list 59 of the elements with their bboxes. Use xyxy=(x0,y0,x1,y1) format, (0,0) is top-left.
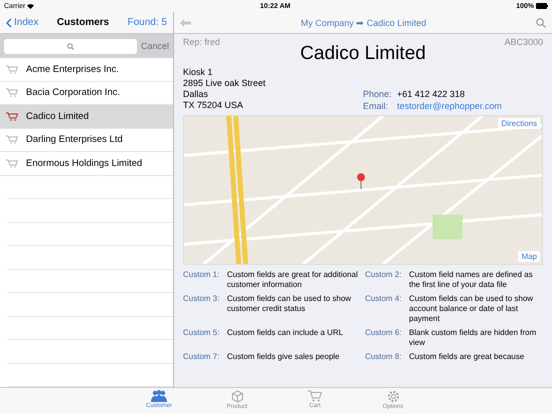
custom-field-label: Custom 1: xyxy=(183,270,220,281)
custom-field-label: Custom 7: xyxy=(183,352,220,362)
cart-icon xyxy=(308,390,322,402)
custom-field-label: Custom 5: xyxy=(183,328,220,339)
customer-row[interactable]: Bacia Corporation Inc. xyxy=(0,82,173,105)
address-line: Dallas xyxy=(183,89,210,100)
custom-field-value: Custom fields can be used to show account balance or date of last payment xyxy=(409,294,534,324)
search-icon xyxy=(66,42,74,50)
customer-name: Cadico Limited xyxy=(26,110,89,122)
cart-icon xyxy=(6,135,18,144)
phone-value: +61 412 422 318 xyxy=(397,89,465,99)
custom-field-value: Blank custom fields are hidden from view xyxy=(409,328,538,348)
cart-icon xyxy=(6,64,18,74)
address-line: 2895 Live oak Street xyxy=(183,78,266,89)
custom-field-label: Custom 6: xyxy=(365,328,402,339)
customer-name: Bacia Corporation Inc. xyxy=(26,87,120,98)
back-button[interactable]: Index xyxy=(6,17,38,28)
customer-name: Enormous Holdings Limited xyxy=(26,158,142,169)
chevron-left-icon xyxy=(6,18,12,28)
cart-icon xyxy=(6,158,18,168)
custom-field-value: Custom fields are great because xyxy=(409,352,524,362)
customer-name: Acme Enterprises Inc. xyxy=(26,64,119,75)
gear-icon xyxy=(386,390,400,403)
custom-field-value: Custom fields give sales people xyxy=(227,352,340,362)
address-line: TX 75204 USA xyxy=(183,100,244,111)
customer-name: Darling Enterprises Ltd xyxy=(26,134,123,146)
cart-icon xyxy=(6,88,18,98)
people-icon xyxy=(150,390,168,402)
rep-label: Rep: fred xyxy=(183,37,220,47)
custom-field-value: Custom fields can be used to show customer credit status xyxy=(227,294,352,315)
map-view[interactable]: Directions Map xyxy=(183,115,543,265)
map-pin-icon xyxy=(357,173,365,190)
contact-label: Email: xyxy=(363,101,390,111)
address-line: Kiosk 1 xyxy=(183,67,214,78)
search-field[interactable] xyxy=(4,38,137,54)
nav-title: Customers xyxy=(56,17,110,28)
custom-field-label: Custom 3: xyxy=(183,294,220,305)
custom-field-value: Custom fields are great for additional customer information xyxy=(227,270,359,290)
battery-icon xyxy=(536,3,548,9)
customer-row[interactable]: Darling Enterprises Ltd xyxy=(0,128,173,152)
customer-code: ABC3000 xyxy=(504,37,543,47)
contact-label: Phone: xyxy=(363,89,391,99)
back-arrow-icon[interactable] xyxy=(180,18,191,26)
email-link[interactable]: testorder@rephopper.com xyxy=(397,101,502,111)
breadcrumb: My Company ➡ Cadico Limited xyxy=(300,18,426,28)
wifi-icon xyxy=(27,4,34,8)
directions-link[interactable]: Directions xyxy=(498,118,540,129)
custom-field-value: Custom fields can include a URL xyxy=(227,328,344,339)
box-icon xyxy=(230,390,244,403)
cart-icon xyxy=(6,112,18,121)
custom-field-label: Custom 2: xyxy=(365,270,402,281)
map-link[interactable]: Map xyxy=(518,251,540,262)
customer-row[interactable]: Cadico Limited xyxy=(0,105,173,128)
customer-title: Cadico Limited xyxy=(299,43,427,65)
custom-field-label: Custom 8: xyxy=(365,352,402,362)
custom-field-value: Custom field names are defined as the first line of your data file xyxy=(409,270,534,290)
found-count: Found: 5 xyxy=(128,17,167,28)
search-icon[interactable] xyxy=(536,18,546,28)
custom-field-label: Custom 4: xyxy=(365,294,402,305)
